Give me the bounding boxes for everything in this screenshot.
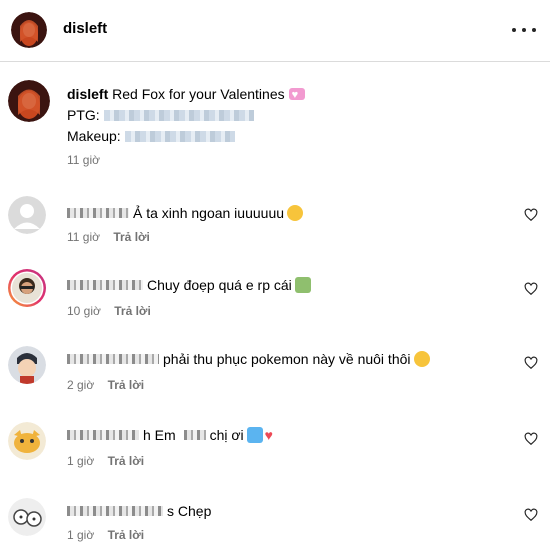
- story-ring-avatar[interactable]: [7, 268, 47, 308]
- reply-button[interactable]: Trả lời: [113, 230, 150, 244]
- like-heart-icon[interactable]: [524, 282, 538, 296]
- like-heart-icon[interactable]: [524, 508, 538, 522]
- cartoon-avatar[interactable]: [8, 422, 46, 460]
- comment-time: 2 giờ: [67, 378, 95, 392]
- redacted-username[interactable]: [67, 430, 139, 440]
- profile-avatar[interactable]: [11, 12, 47, 48]
- comment-time: 1 giờ: [67, 454, 95, 468]
- caption-ptg-label: PTG:: [67, 107, 100, 123]
- post-caption: disleft Red Fox for your Valentines PTG:…: [67, 84, 305, 147]
- caption-makeup-label: Makeup:: [67, 128, 121, 144]
- reply-button[interactable]: Trả lời: [108, 454, 145, 468]
- caption-title: Red Fox for your Valentines: [112, 86, 285, 102]
- reply-button[interactable]: Trả lời: [108, 528, 145, 542]
- comment-item: Ả ta xinh ngoan iuuuuuu 11 giờ Trả lời: [0, 196, 550, 266]
- comment-item: Chuy đoẹp quá e rp cái 10 giờ Trả lời: [0, 268, 550, 338]
- red-heart-emoji-icon: ♥: [264, 427, 273, 443]
- heart-eyes-emoji-icon: [287, 205, 304, 221]
- comment-time: 10 giờ: [67, 304, 101, 318]
- default-avatar-icon[interactable]: [8, 196, 46, 234]
- post-header: disleft: [0, 0, 550, 62]
- reply-button[interactable]: Trả lời: [108, 378, 145, 392]
- redacted-username[interactable]: [67, 208, 129, 218]
- comment-text: Chuy đoẹp quá e rp cái: [147, 277, 292, 293]
- more-options-icon[interactable]: [512, 20, 536, 40]
- cartoon-avatar[interactable]: [8, 346, 46, 384]
- comment-time: 1 giờ: [67, 528, 95, 542]
- like-heart-icon[interactable]: [524, 432, 538, 446]
- reply-button[interactable]: Trả lời: [114, 304, 151, 318]
- comment-text: phải thu phục pokemon này về nuôi thôi: [163, 351, 411, 367]
- redacted-username[interactable]: [67, 280, 143, 290]
- cartoon-avatar[interactable]: [8, 498, 46, 536]
- redacted-username[interactable]: [67, 354, 159, 364]
- redacted-makeup-artist: [124, 131, 235, 142]
- header-username[interactable]: disleft: [63, 20, 107, 37]
- caption-timestamp: 11 giờ: [67, 153, 100, 167]
- redacted-mention[interactable]: [183, 430, 206, 440]
- comment-text: s Chẹp: [167, 503, 212, 519]
- comment-text: Ả ta xinh ngoan iuuuuuu: [133, 205, 285, 221]
- redacted-username[interactable]: [67, 506, 163, 516]
- duck-emoji-icon: [294, 277, 311, 293]
- comment-item: h Em chị ơi ♥ 1 giờ Trả lời: [0, 422, 550, 492]
- like-heart-icon[interactable]: [524, 356, 538, 370]
- comment-text-start: h Em: [143, 427, 176, 443]
- comment-text-end: chị ơi: [209, 427, 244, 443]
- comment-item: s Chẹp 1 giờ Trả lời: [0, 498, 550, 560]
- smiling-emoji-icon: [413, 351, 430, 367]
- comment-item: phải thu phục pokemon này về nuôi thôi 2…: [0, 346, 550, 416]
- sweat-droplets-emoji-icon: [246, 427, 263, 443]
- like-heart-icon[interactable]: [524, 208, 538, 222]
- caption-username[interactable]: disleft: [67, 86, 108, 102]
- caption-avatar[interactable]: [8, 80, 50, 122]
- redacted-photographer: [103, 110, 254, 121]
- comment-time: 11 giờ: [67, 230, 100, 244]
- heart-letter-emoji-icon: [288, 85, 305, 106]
